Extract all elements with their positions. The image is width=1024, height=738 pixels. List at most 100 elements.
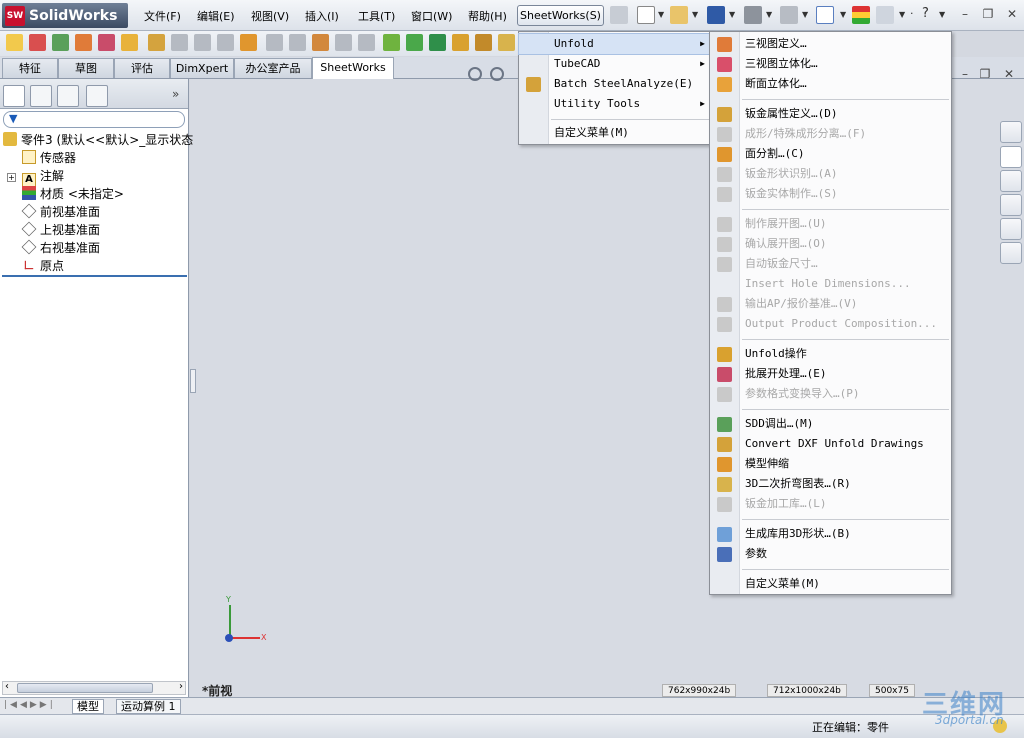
- save-icon[interactable]: [707, 6, 725, 24]
- close-icon[interactable]: ✕: [1005, 7, 1019, 21]
- toolbar-tool-icon[interactable]: [383, 34, 400, 51]
- tab-office-products[interactable]: 办公室产品: [234, 58, 312, 78]
- tree-item-annotations[interactable]: A 注解: [22, 167, 64, 187]
- menu-item-utility-tools[interactable]: Utility Tools ▶: [519, 94, 711, 114]
- tab-dimxpert[interactable]: DimXpert: [170, 58, 234, 78]
- chevron-down-icon[interactable]: ▼: [939, 10, 945, 19]
- toolbar-tool-icon[interactable]: [6, 34, 23, 51]
- tree-item-front-plane[interactable]: 前视基准面: [21, 203, 100, 221]
- menu-item-customize[interactable]: 自定义菜单(M): [710, 574, 951, 594]
- toolbar-tool-icon[interactable]: [289, 34, 306, 51]
- view-palette-icon[interactable]: [1000, 194, 1022, 216]
- toolbar-tool-icon[interactable]: [240, 34, 257, 51]
- scroll-thumb[interactable]: [17, 683, 153, 693]
- chevron-down-icon[interactable]: ▼: [766, 10, 772, 19]
- chevron-down-icon[interactable]: ▼: [899, 10, 905, 19]
- zoom-to-fit-icon[interactable]: [468, 67, 482, 81]
- menu-item-tubecad[interactable]: TubeCAD ▶: [519, 54, 711, 74]
- property-manager-icon[interactable]: [30, 85, 52, 107]
- toolbar-tool-icon[interactable]: [52, 34, 69, 51]
- menu-item-make-unfold[interactable]: 制作展开图…(U): [710, 214, 951, 234]
- zoom-area-icon[interactable]: [490, 67, 504, 81]
- new-document-icon[interactable]: [637, 6, 655, 24]
- scroll-left-icon[interactable]: ‹: [5, 681, 9, 692]
- toolbar-tool-icon[interactable]: [194, 34, 211, 51]
- custom-properties-icon[interactable]: [1000, 242, 1022, 264]
- menu-item-bend-chart[interactable]: 3D二次折弯图表…(R): [710, 474, 951, 494]
- print-icon[interactable]: [744, 6, 762, 24]
- options-list-icon[interactable]: [876, 6, 894, 24]
- menu-item-unfold-operation[interactable]: Unfold操作: [710, 344, 951, 364]
- rollback-bar[interactable]: [2, 275, 187, 277]
- tab-navigation-arrows[interactable]: |◀◀▶▶|: [4, 700, 56, 710]
- appearances-icon[interactable]: [1000, 218, 1022, 240]
- toolbar-tool-icon[interactable]: [98, 34, 115, 51]
- toolbar-tool-icon[interactable]: [335, 34, 352, 51]
- menu-item-product-composition[interactable]: Output Product Composition...: [710, 314, 951, 334]
- restore-icon[interactable]: ❐: [981, 7, 995, 21]
- tab-model[interactable]: 模型: [72, 699, 104, 714]
- menu-sheetworks[interactable]: SheetWorks(S): [517, 5, 604, 26]
- menu-view[interactable]: 视图(V): [251, 8, 289, 24]
- menu-item-sheetmetal-property[interactable]: 钣金属性定义…(D): [710, 104, 951, 124]
- menu-item-unfold[interactable]: Unfold ▶: [518, 33, 712, 55]
- tab-evaluate[interactable]: 评估: [114, 58, 170, 78]
- feature-manager-icon[interactable]: [3, 85, 25, 107]
- menu-item-form-separate[interactable]: 成形/特殊成形分离…(F): [710, 124, 951, 144]
- toolbar-tool-icon[interactable]: [406, 34, 423, 51]
- menu-help[interactable]: 帮助(H): [468, 8, 507, 24]
- menu-item-output-ap[interactable]: 输出AP/报价基准…(V): [710, 294, 951, 314]
- home-icon[interactable]: [1000, 121, 1022, 143]
- menu-edit[interactable]: 编辑(E): [197, 8, 235, 24]
- toolbar-tool-icon[interactable]: [29, 34, 46, 51]
- tab-motion-study[interactable]: 运动算例 1: [116, 699, 181, 714]
- tree-root[interactable]: 零件3 (默认<<默认>_显示状态: [3, 131, 193, 149]
- traffic-light-icon[interactable]: [852, 6, 870, 24]
- undo-icon[interactable]: [780, 6, 798, 24]
- toolbar-tool-icon[interactable]: [171, 34, 188, 51]
- toolbar-tool-icon[interactable]: [75, 34, 92, 51]
- menu-item-sdd[interactable]: SDD调出…(M): [710, 414, 951, 434]
- design-library-icon[interactable]: [1000, 146, 1022, 168]
- menu-item-shape-recognize[interactable]: 钣金形状识别…(A): [710, 164, 951, 184]
- menu-item-dxf-convert[interactable]: Convert DXF Unfold Drawings: [710, 434, 951, 454]
- tree-filter-input[interactable]: ▼: [3, 111, 185, 128]
- menu-window[interactable]: 窗口(W): [411, 8, 452, 24]
- restore-icon[interactable]: ❐: [978, 67, 992, 81]
- chevron-down-icon[interactable]: ▼: [729, 10, 735, 19]
- configuration-manager-icon[interactable]: [57, 85, 79, 107]
- dimxpert-manager-icon[interactable]: [86, 85, 108, 107]
- toolbar-tool-icon[interactable]: [429, 34, 446, 51]
- toolbar-tool-icon[interactable]: [217, 34, 234, 51]
- menu-item-model-scale[interactable]: 模型伸缩: [710, 454, 951, 474]
- tree-item-sensors[interactable]: 传感器: [22, 149, 76, 167]
- menu-item-param-import[interactable]: 参数格式变换导入…(P): [710, 384, 951, 404]
- toolbar-tool-icon[interactable]: [121, 34, 138, 51]
- select-pointer-icon[interactable]: [816, 6, 834, 24]
- menu-file[interactable]: 文件(F): [144, 8, 181, 24]
- menu-item-library-3d[interactable]: 生成库用3D形状…(B): [710, 524, 951, 544]
- menu-item-hole-dimensions[interactable]: Insert Hole Dimensions...: [710, 274, 951, 294]
- menu-item-auto-dimension[interactable]: 自动钣金尺寸…: [710, 254, 951, 274]
- expand-plus-icon[interactable]: +: [7, 173, 16, 182]
- toolbar-tool-icon[interactable]: [148, 34, 165, 51]
- menu-item-face-split[interactable]: 面分割…(C): [710, 144, 951, 164]
- menu-item-three-view-solid[interactable]: 三视图立体化…: [710, 54, 951, 74]
- chevron-down-icon[interactable]: ▼: [802, 10, 808, 19]
- tab-sheetworks[interactable]: SheetWorks: [312, 57, 394, 79]
- toolbar-tool-icon[interactable]: [358, 34, 375, 51]
- menu-item-batch-unfold[interactable]: 批展开处理…(E): [710, 364, 951, 384]
- solidworks-logo[interactable]: SW SolidWorks: [2, 3, 128, 28]
- help-icon[interactable]: ?: [922, 6, 929, 21]
- minimize-icon[interactable]: –: [958, 7, 972, 21]
- horizontal-scrollbar[interactable]: ‹ ›: [2, 681, 186, 695]
- chevron-down-icon[interactable]: ▼: [692, 10, 698, 19]
- file-explorer-icon[interactable]: [1000, 170, 1022, 192]
- menu-tools[interactable]: 工具(T): [358, 8, 395, 24]
- tree-item-material[interactable]: 材质 <未指定>: [22, 185, 124, 203]
- tree-item-origin[interactable]: 原点: [22, 257, 64, 275]
- scroll-right-icon[interactable]: ›: [179, 681, 183, 692]
- expand-chevron-icon[interactable]: »: [172, 87, 179, 101]
- tab-sketch[interactable]: 草图: [58, 58, 114, 78]
- menu-item-customize[interactable]: 自定义菜单(M): [519, 123, 711, 143]
